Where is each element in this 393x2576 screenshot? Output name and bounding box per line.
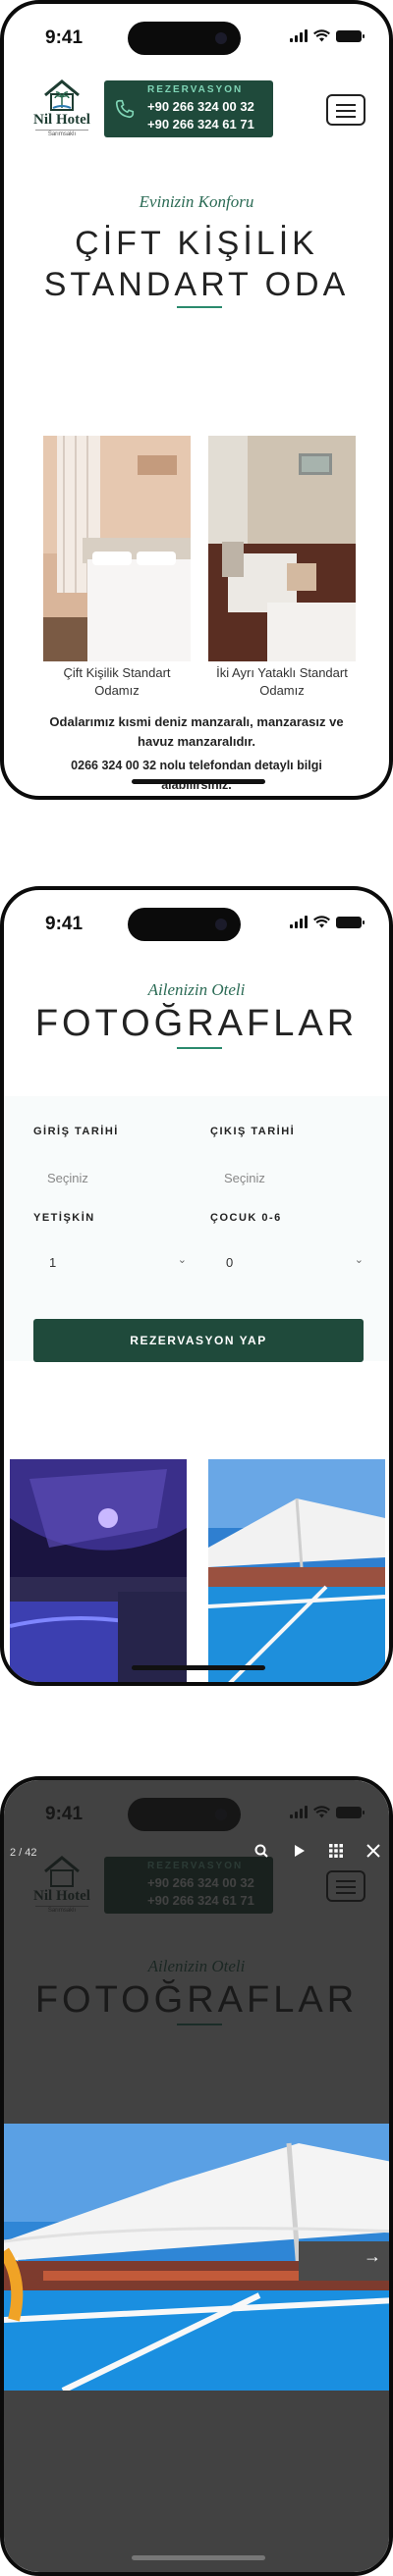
- dynamic-island: [128, 22, 241, 55]
- adults-label: YETİŞKİN: [33, 1212, 95, 1224]
- room-description: Odalarımız kısmi deniz manzaralı, manzar…: [49, 714, 344, 749]
- grid-icon[interactable]: [328, 1844, 344, 1862]
- logo-house-icon: [42, 79, 82, 112]
- search-icon[interactable]: [253, 1844, 269, 1862]
- reservation-submit-button[interactable]: REZERVASYON YAP: [33, 1319, 364, 1362]
- reservation-phone-box[interactable]: REZERVASYON +90 266 324 00 32 +90 266 32…: [104, 80, 273, 137]
- menu-button[interactable]: [326, 94, 365, 126]
- hamburger-icon: [336, 104, 356, 106]
- phone-icon: [115, 99, 135, 119]
- lightbox-counter: 2 / 42: [10, 1847, 37, 1859]
- room-photo-double[interactable]: [43, 436, 191, 661]
- dynamic-island: [128, 908, 241, 941]
- children-label: ÇOCUK 0-6: [210, 1212, 282, 1224]
- children-select[interactable]: 0 ⌄: [226, 1254, 364, 1270]
- phone-number-2[interactable]: +90 266 324 61 71: [147, 117, 254, 131]
- status-bar: 9:41: [4, 890, 389, 951]
- signal-icon: [290, 916, 308, 928]
- status-bar: 9:41: [4, 4, 389, 65]
- logo-subtitle: Sarımsaklı: [35, 130, 88, 137]
- previous-arrow-icon[interactable]: ←: [12, 2246, 29, 2267]
- room-photo-twin[interactable]: [208, 436, 356, 661]
- room-caption-double: Çift Kişilik Standart Odamız: [63, 665, 171, 698]
- phone-number-1[interactable]: +90 266 324 00 32: [147, 99, 254, 114]
- wifi-icon: [313, 29, 330, 42]
- checkin-input[interactable]: Seçiniz: [47, 1171, 88, 1185]
- room-caption-twin: İki Ayrı Yataklı Standart Odamız: [216, 665, 348, 698]
- section-kicker: Evinizin Konforu: [139, 192, 254, 211]
- checkin-label: GİRİŞ TARİHİ: [33, 1126, 119, 1137]
- logo-name: Nil Hotel: [33, 112, 90, 128]
- wifi-icon: [313, 916, 330, 928]
- battery-icon: [336, 29, 365, 42]
- contact-note: 0266 324 00 32 nolu telefondan detaylı b…: [71, 759, 322, 792]
- title-underline: [177, 306, 222, 308]
- room-title-line-1: ÇİFT KİŞİLİK: [75, 225, 318, 262]
- chevron-down-icon: ⌄: [177, 1254, 187, 1266]
- site-header: Nil Hotel Sarımsaklı REZERVASYON +90 266…: [4, 75, 389, 143]
- checkout-label: ÇIKIŞ TARİHİ: [210, 1126, 296, 1137]
- phone-screen-room: 9:41 Nil Hotel Sarımsaklı REZERVASYON +9…: [0, 0, 393, 800]
- battery-icon: [336, 916, 365, 928]
- status-time: 9:41: [45, 27, 84, 48]
- signal-icon: [290, 29, 308, 42]
- hotel-logo[interactable]: Nil Hotel Sarımsaklı: [29, 79, 94, 137]
- gallery-kicker: Ailenizin Oteli: [147, 980, 246, 999]
- home-indicator: [132, 2555, 265, 2560]
- status-time: 9:41: [45, 914, 84, 934]
- phone-screen-booking: 9:41 Ailenizin Oteli FOTOĞRAFLAR GİRİŞ T…: [0, 886, 393, 1686]
- title-underline: [177, 1047, 222, 1049]
- next-arrow-icon[interactable]: →: [364, 2246, 381, 2267]
- adults-select[interactable]: 1 ⌄: [49, 1254, 187, 1270]
- home-indicator: [132, 1665, 265, 1670]
- gallery-title: FOTOĞRAFLAR: [34, 1003, 359, 1044]
- reservation-title: REZERVASYON: [147, 84, 244, 95]
- gallery-photo-night-pool[interactable]: [10, 1459, 187, 1682]
- lightbox-image[interactable]: [4, 2124, 389, 2391]
- play-icon[interactable]: [291, 1844, 307, 1862]
- lightbox-toolbar: 2 / 42: [4, 1841, 389, 1866]
- checkout-input[interactable]: Seçiniz: [224, 1171, 265, 1185]
- gallery-photo-day-pool[interactable]: [208, 1459, 385, 1682]
- chevron-down-icon: ⌄: [354, 1254, 364, 1266]
- home-indicator: [132, 779, 265, 784]
- close-icon[interactable]: [365, 1844, 381, 1862]
- room-title-line-2: STANDART ODA: [43, 266, 350, 303]
- phone-screen-lightbox: 9:41 Nil Hotel Sarımsaklı REZERVASYON +9…: [0, 1776, 393, 2576]
